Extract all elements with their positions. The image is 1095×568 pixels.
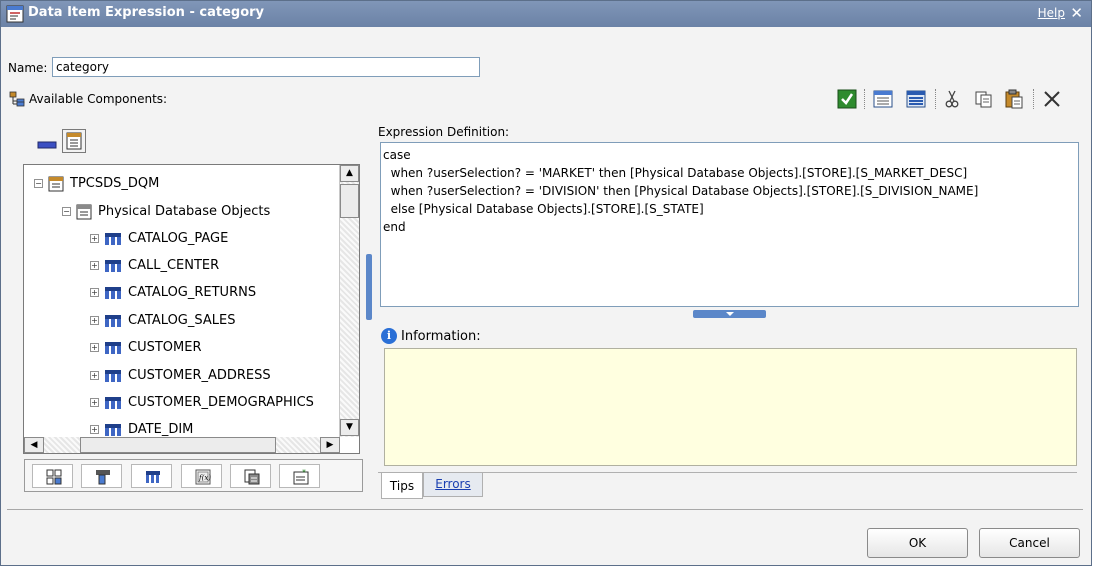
expand-expander[interactable]: + [90, 371, 99, 380]
tree-horizontal-scrollbar[interactable]: ◀ ▶ [24, 437, 340, 453]
tree-item-customer-demographics[interactable]: + CUSTOMER_DEMOGRAPHICS [90, 393, 314, 413]
tree-item-label: CUSTOMER [128, 340, 202, 355]
dialog-title: Data Item Expression - category [28, 5, 265, 20]
tree-item-label: CUSTOMER_ADDRESS [128, 368, 271, 383]
collapse-expander[interactable]: − [62, 207, 71, 216]
collapse-expander[interactable]: − [34, 179, 43, 188]
macros-tab[interactable]: * [279, 464, 320, 488]
copy-icon[interactable] [974, 89, 994, 109]
tree-item-catalog-page[interactable]: + CATALOG_PAGE [90, 229, 228, 249]
data-item-expression-dialog: Data Item Expression - category Help ✕ N… [0, 0, 1092, 566]
available-components-label: Available Components: [29, 92, 168, 106]
component-tree[interactable]: − TPCSDS_DQM − Physical Database Objects +… [23, 164, 360, 454]
expand-expander[interactable]: + [90, 316, 99, 325]
information-label: Information: [401, 329, 481, 344]
expand-expander[interactable]: + [90, 288, 99, 297]
tree-item-label: CUSTOMER_DEMOGRAPHICS [128, 395, 314, 410]
expand-expander[interactable]: + [90, 343, 99, 352]
svg-text:f(x): f(x) [198, 474, 211, 482]
tab-errors[interactable]: Errors [423, 473, 483, 497]
query-subject-icon [105, 314, 121, 327]
parameters-tab-icon [244, 469, 260, 485]
information-icon: i [381, 328, 397, 344]
tree-item-customer-address[interactable]: + CUSTOMER_ADDRESS [90, 366, 271, 386]
query-subject-icon [105, 286, 121, 299]
ok-button[interactable]: OK [867, 528, 968, 558]
parameters-tab[interactable] [230, 464, 271, 488]
tree-vertical-scrollbar[interactable]: ▲ ▼ [339, 165, 359, 437]
expression-editor[interactable]: case when ?userSelection? = 'MARKET' the… [380, 142, 1079, 307]
functions-tab-icon: f(x) [195, 469, 211, 485]
pane-splitter[interactable] [366, 254, 372, 320]
toolbar-separator [1033, 89, 1034, 109]
scroll-right-icon[interactable]: ▶ [320, 437, 340, 453]
svg-text:*: * [302, 469, 306, 477]
toolbar-separator [935, 89, 936, 109]
toolbar-separator [864, 89, 865, 109]
package-view-icon[interactable] [62, 129, 86, 153]
cancel-button[interactable]: Cancel [979, 528, 1080, 558]
validate-icon[interactable] [837, 89, 857, 109]
tree-item-label: CALL_CENTER [128, 258, 220, 273]
tree-item-catalog-sales[interactable]: + CATALOG_SALES [90, 311, 235, 331]
data-items-tab-icon [96, 470, 110, 485]
package-icon [48, 176, 64, 191]
query-subject-icon [105, 259, 121, 272]
queries-tab-icon [146, 471, 160, 483]
query-subject-icon [105, 369, 121, 382]
tree-item-physical-database-objects[interactable]: − Physical Database Objects [62, 202, 270, 222]
expand-expander[interactable]: + [90, 261, 99, 270]
expression-definition-label: Expression Definition: [378, 125, 510, 139]
tree-item-label: DATE_DIM [128, 422, 194, 437]
tree-item-label: Physical Database Objects [98, 204, 271, 219]
source-tab[interactable] [32, 464, 73, 488]
tree-item-call-center[interactable]: + CALL_CENTER [90, 256, 219, 276]
tree-item-tpcsds-dqm[interactable]: − TPCSDS_DQM [34, 174, 159, 194]
name-input[interactable]: category [52, 57, 480, 77]
data-item-expression-icon [6, 5, 24, 23]
query-subject-icon [105, 423, 121, 436]
title-bar: Data Item Expression - category Help ✕ [1, 1, 1091, 27]
tree-item-label: CATALOG_SALES [128, 313, 236, 328]
tree-item-label: CATALOG_PAGE [128, 231, 229, 246]
name-label: Name: [8, 61, 48, 75]
scroll-left-icon[interactable]: ◀ [24, 437, 44, 453]
data-items-tab[interactable] [81, 464, 122, 488]
divider [7, 509, 1083, 510]
functions-tab[interactable]: f(x) [181, 464, 222, 488]
tree-item-customer[interactable]: + CUSTOMER [90, 338, 201, 358]
show-selected-icon[interactable] [873, 89, 893, 109]
help-link[interactable]: Help [1038, 6, 1065, 20]
expand-expander[interactable]: + [90, 398, 99, 407]
show-all-icon[interactable] [906, 89, 926, 109]
scroll-up-icon[interactable]: ▲ [340, 165, 359, 182]
tree-item-label: CATALOG_RETURNS [128, 285, 257, 300]
macros-tab-icon: * [293, 469, 309, 485]
available-components-icon [9, 91, 25, 107]
paste-icon[interactable] [1004, 89, 1024, 109]
expand-expander[interactable]: + [90, 425, 99, 434]
scroll-down-icon[interactable]: ▼ [340, 419, 359, 436]
tab-tips[interactable]: Tips [381, 473, 423, 499]
namespace-icon [76, 204, 92, 219]
queries-tab[interactable] [131, 464, 172, 488]
component-tabs: f(x) * [24, 459, 363, 492]
source-tab-icon [46, 469, 62, 485]
tree-item-label: TPCSDS_DQM [70, 176, 160, 191]
chevron-down-icon [726, 312, 734, 316]
query-subject-icon [105, 232, 121, 245]
information-panel [384, 348, 1077, 466]
horizontal-scroll-thumb[interactable] [80, 437, 276, 453]
horizontal-splitter[interactable] [693, 310, 766, 318]
cut-icon[interactable] [943, 89, 961, 109]
close-icon[interactable]: ✕ [1070, 4, 1083, 22]
expand-expander[interactable]: + [90, 234, 99, 243]
query-subject-icon [105, 396, 121, 409]
delete-icon[interactable] [1042, 89, 1062, 109]
collapse-tree-icon[interactable] [37, 139, 57, 151]
tree-item-catalog-returns[interactable]: + CATALOG_RETURNS [90, 283, 256, 303]
scroll-thumb[interactable] [340, 184, 359, 218]
query-subject-icon [105, 341, 121, 354]
